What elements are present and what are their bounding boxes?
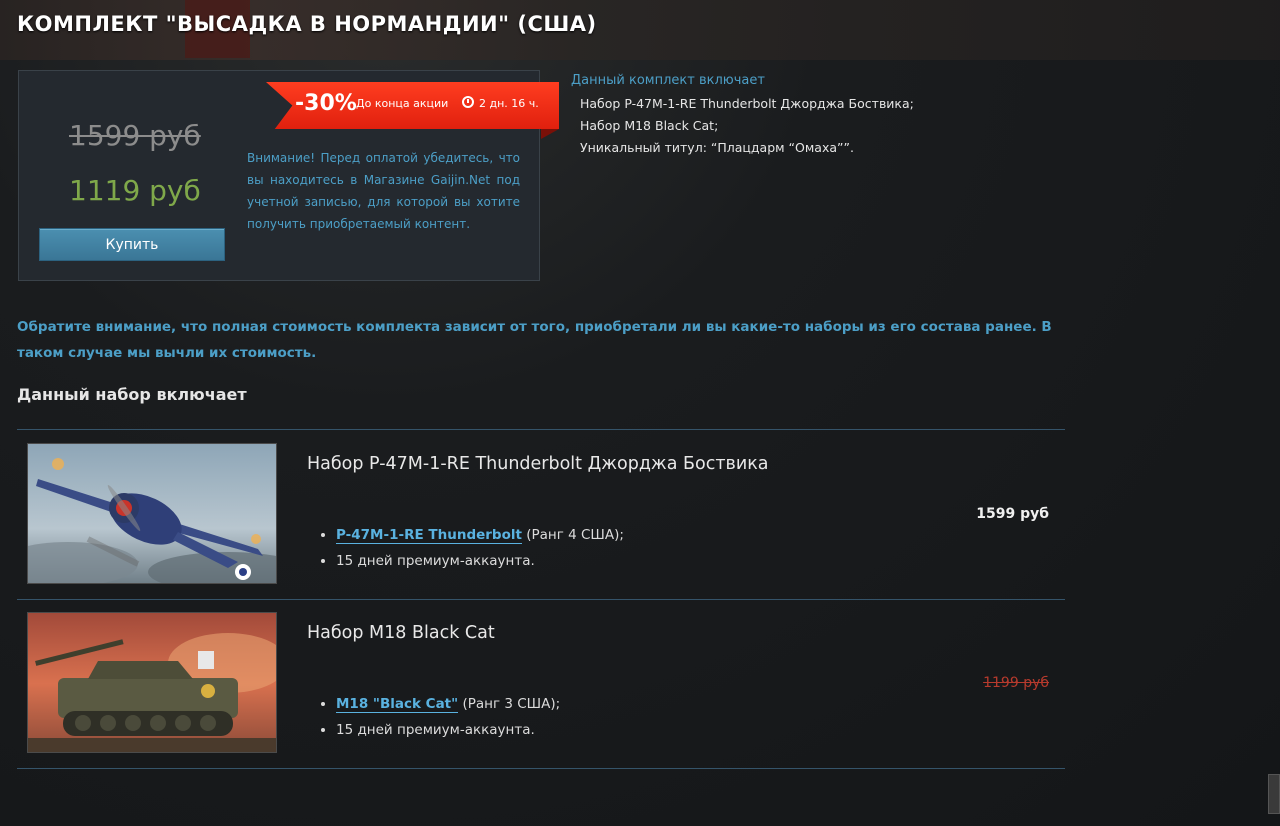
- pack-items: P-47M-1-RE Thunderbolt (Ранг 4 США); 15 …: [336, 522, 624, 574]
- pack-premium-item: 15 дней премиум-аккаунта.: [336, 717, 560, 743]
- vehicle-rank: (Ранг 4 США);: [521, 527, 624, 543]
- vehicle-rank: (Ранг 3 США);: [458, 696, 561, 712]
- page-title: КОМПЛЕКТ "ВЫСАДКА В НОРМАНДИИ" (США): [17, 12, 597, 36]
- discount-percent: -30%: [295, 91, 357, 116]
- clock-icon: [462, 96, 474, 108]
- pack-price: 1599 руб: [976, 506, 1049, 522]
- price-notice: Обратите внимание, что полная стоимость …: [17, 319, 1052, 361]
- bundle-include-item: Набор P-47M-1-RE Thunderbolt Джорджа Бос…: [580, 96, 914, 111]
- pack-card: Набор P-47M-1-RE Thunderbolt Джорджа Бос…: [17, 430, 1065, 598]
- pack-image-thunderbolt[interactable]: [27, 443, 277, 584]
- bundle-includes-list: Набор P-47M-1-RE Thunderbolt Джорджа Бос…: [580, 93, 914, 159]
- pack-vehicle-item: P-47M-1-RE Thunderbolt (Ранг 4 США);: [336, 522, 624, 548]
- discount-ribbon: -30% До конца акции 2 дн. 16 ч.: [266, 82, 559, 139]
- bundle-include-item: Набор M18 Black Cat;: [580, 118, 719, 133]
- vehicle-link[interactable]: P-47M-1-RE Thunderbolt: [336, 527, 522, 544]
- bundle-includes-heading: Данный комплект включает: [571, 73, 765, 88]
- pack-name: Набор M18 Black Cat: [307, 623, 495, 643]
- ribbon-fold: [541, 129, 559, 139]
- pack-price-owned: 1199 руб: [983, 675, 1049, 691]
- section-title: Данный набор включает: [17, 385, 247, 404]
- buy-button[interactable]: Купить: [39, 228, 225, 261]
- pack-items: M18 "Black Cat" (Ранг 3 США); 15 дней пр…: [336, 691, 560, 743]
- purchase-warning: Внимание! Перед оплатой убедитесь, что в…: [247, 151, 520, 231]
- pack-image-m18[interactable]: [27, 612, 277, 753]
- timer-value: 2 дн. 16 ч.: [479, 97, 539, 110]
- bundle-include-item: Уникальный титул: “Плацдарм “Омаха””.: [580, 140, 854, 155]
- pack-vehicle-item: M18 "Black Cat" (Ранг 3 США);: [336, 691, 560, 717]
- scroll-to-top-button[interactable]: [1268, 774, 1280, 814]
- vehicle-link[interactable]: M18 "Black Cat": [336, 696, 459, 713]
- pack-card: Набор M18 Black Cat M18 "Black Cat" (Ран…: [17, 599, 1065, 767]
- timer-label: До конца акции: [356, 97, 449, 110]
- old-price: 1599 руб: [69, 119, 201, 152]
- new-price: 1119 руб: [69, 174, 201, 207]
- pack-premium-item: 15 дней премиум-аккаунта.: [336, 548, 624, 574]
- pack-name: Набор P-47M-1-RE Thunderbolt Джорджа Бос…: [307, 454, 769, 474]
- divider: [17, 768, 1065, 769]
